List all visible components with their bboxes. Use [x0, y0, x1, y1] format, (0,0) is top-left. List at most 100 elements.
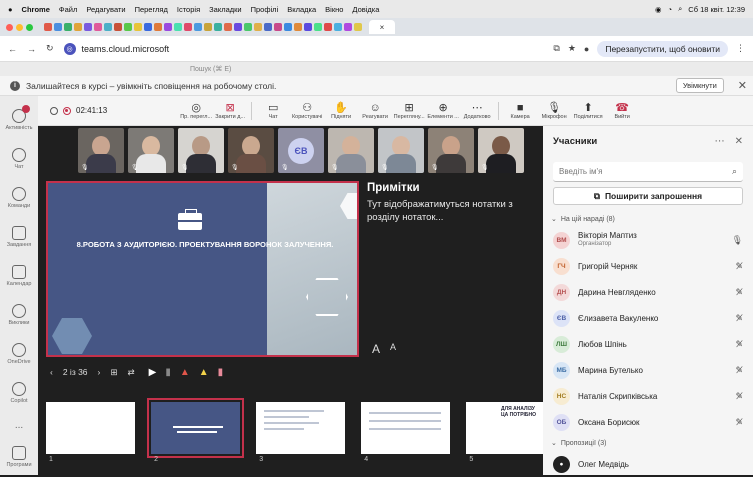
camera-button[interactable]: ■ Камера	[503, 102, 537, 120]
tab-favicon[interactable]	[94, 23, 102, 31]
video-tile[interactable]: 🎙	[428, 128, 474, 173]
view-button[interactable]: ⊞ Перегляну...	[392, 102, 426, 120]
tab-favicon[interactable]	[294, 23, 302, 31]
more-button[interactable]: ⋯ Додатково	[460, 102, 494, 120]
tab-favicon[interactable]	[234, 23, 242, 31]
raise-hand-button[interactable]: ✋ Підняти	[324, 102, 358, 120]
menu-file[interactable]: Файл	[59, 5, 77, 14]
active-tab[interactable]: ×	[369, 20, 395, 34]
participant-row[interactable]: ЄВ Єлизавета Вакуленко ✎̸	[543, 305, 753, 331]
rail-item-chat[interactable]: Чат	[12, 141, 26, 177]
pink-highlighter-icon[interactable]: ▮	[218, 367, 224, 378]
menu-view[interactable]: Перегляд	[135, 5, 168, 14]
cast-icon[interactable]: ⧉	[553, 43, 559, 54]
video-tile[interactable]: 🎙	[128, 128, 174, 173]
tab-favicon[interactable]	[154, 23, 162, 31]
presenter-view-button[interactable]: ◎ Пр. перегл...	[179, 102, 213, 120]
participant-row[interactable]: ЛШ Любов Шпінь ✎̸	[543, 331, 753, 357]
rail-item-tasks[interactable]: Завдання	[7, 219, 31, 255]
status-icon[interactable]: ◉	[655, 5, 662, 14]
tab-favicon[interactable]	[104, 23, 112, 31]
tab-favicon[interactable]	[324, 23, 332, 31]
clock[interactable]: Сб 18 квіт. 12:39	[688, 5, 745, 14]
slide-thumbnail[interactable]: 1	[46, 402, 136, 463]
reload-icon[interactable]: ↻	[46, 43, 54, 54]
suggested-participant-row[interactable]: ● Олег Медвідь	[543, 451, 753, 477]
menu-edit[interactable]: Редагувати	[86, 5, 125, 14]
wifi-icon[interactable]: ◔	[668, 5, 673, 14]
minimize-window-icon[interactable]	[16, 23, 23, 31]
back-icon[interactable]: ←	[8, 44, 17, 54]
grid-view-icon[interactable]: ⊞	[110, 367, 117, 378]
tab-favicon[interactable]	[54, 23, 62, 31]
in-meeting-section-toggle[interactable]: ⌄ На цій нараді (8)	[543, 211, 753, 227]
menu-profiles[interactable]: Профілі	[251, 5, 279, 14]
decrease-font-button[interactable]: A	[390, 342, 396, 356]
prev-slide-icon[interactable]: ‹	[50, 367, 53, 377]
video-tile[interactable]: 🎙	[178, 128, 224, 173]
bookmark-star-icon[interactable]: ★	[568, 43, 576, 54]
participant-row[interactable]: ДН Дарина Невгляденко ✎̸	[543, 279, 753, 305]
tab-favicon[interactable]	[284, 23, 292, 31]
eraser-icon[interactable]: ▮	[165, 367, 171, 378]
rail-item-apps[interactable]: Програми	[6, 439, 32, 475]
rail-item-teams[interactable]: Команди	[8, 180, 30, 216]
tab-favicon[interactable]	[244, 23, 252, 31]
tab-favicon[interactable]	[314, 23, 322, 31]
menu-help[interactable]: Довідка	[352, 5, 379, 14]
react-button[interactable]: ☺ Реагувати	[358, 102, 392, 120]
search-icon[interactable]: ⌕	[678, 4, 682, 14]
menu-window[interactable]: Вікно	[325, 5, 343, 14]
tab-favicon[interactable]	[334, 23, 342, 31]
rail-item-onedrive[interactable]: OneDrive	[7, 336, 31, 372]
tab-favicon[interactable]	[204, 23, 212, 31]
teams-search-input[interactable]: Пошук (⌘ Е)	[190, 65, 231, 73]
url-field[interactable]: ◎ teams.cloud.microsoft	[63, 42, 169, 55]
participant-row[interactable]: ГЧ Григорій Черняк ✎̸	[543, 253, 753, 279]
menu-tab[interactable]: Вкладка	[287, 5, 316, 14]
tab-favicon[interactable]	[254, 23, 262, 31]
rail-item-activity[interactable]: Активність	[5, 102, 33, 138]
tab-favicon[interactable]	[274, 23, 282, 31]
menu-history[interactable]: Історія	[177, 5, 200, 14]
tab-favicon[interactable]	[214, 23, 222, 31]
tab-favicon[interactable]	[224, 23, 232, 31]
panel-close-icon[interactable]: ✕	[735, 136, 743, 147]
tab-close-icon[interactable]: ×	[380, 23, 385, 32]
participant-row[interactable]: МБ Марина Бутелько ✎̸	[543, 357, 753, 383]
tab-favicon[interactable]	[184, 23, 192, 31]
participant-row[interactable]: ВМ Вікторія Маптиз Організатор 🎙	[543, 227, 753, 253]
participant-row[interactable]: ОБ Оксана Борисюк ✎̸	[543, 409, 753, 435]
browser-menu-icon[interactable]: ⋮	[736, 43, 745, 54]
tab-favicon[interactable]	[144, 23, 152, 31]
video-tile[interactable]: 🎙	[478, 128, 524, 173]
video-tile[interactable]: ЄВ 🎙	[278, 128, 324, 173]
video-tile[interactable]: 🎙	[228, 128, 274, 173]
tab-favicon[interactable]	[84, 23, 92, 31]
menu-chrome[interactable]: Chrome	[22, 5, 50, 14]
stop-presenting-button[interactable]: ⊠ Закрити д...	[213, 102, 247, 120]
rail-item-more[interactable]: ...	[15, 414, 23, 436]
tab-favicon[interactable]	[164, 23, 172, 31]
slide-thumbnail[interactable]: ДЛЯ АНАЛІЗУ ЦА ПОТРІБНО 5	[466, 402, 544, 463]
sync-icon[interactable]: ⇄	[128, 367, 135, 378]
profile-avatar[interactable]: ●	[584, 44, 589, 54]
menu-bookmarks[interactable]: Закладки	[209, 5, 241, 14]
tab-favicon[interactable]	[194, 23, 202, 31]
tab-favicon[interactable]	[114, 23, 122, 31]
close-banner-icon[interactable]: ✕	[738, 79, 747, 92]
yellow-highlighter-icon[interactable]: ▲	[199, 367, 209, 378]
suggestions-section-toggle[interactable]: ⌄ Пропозиції (3)	[543, 435, 753, 451]
video-tile[interactable]: 🎙	[378, 128, 424, 173]
next-slide-icon[interactable]: ›	[98, 367, 101, 377]
leave-button[interactable]: ☎ Вийти	[605, 102, 639, 120]
tab-favicon[interactable]	[74, 23, 82, 31]
controls-button[interactable]: ⊕ Елементи ...	[426, 102, 460, 120]
rail-item-calls[interactable]: Виклики	[9, 297, 29, 333]
chat-button[interactable]: ▭ Чат	[256, 102, 290, 120]
share-invite-button[interactable]: ⧉ Поширити запрошення	[553, 187, 743, 205]
tab-favicon[interactable]	[304, 23, 312, 31]
people-button[interactable]: ⚇ Користувачі	[290, 102, 324, 120]
close-window-icon[interactable]	[6, 23, 13, 31]
apple-logo-icon[interactable]: ●	[8, 5, 13, 14]
